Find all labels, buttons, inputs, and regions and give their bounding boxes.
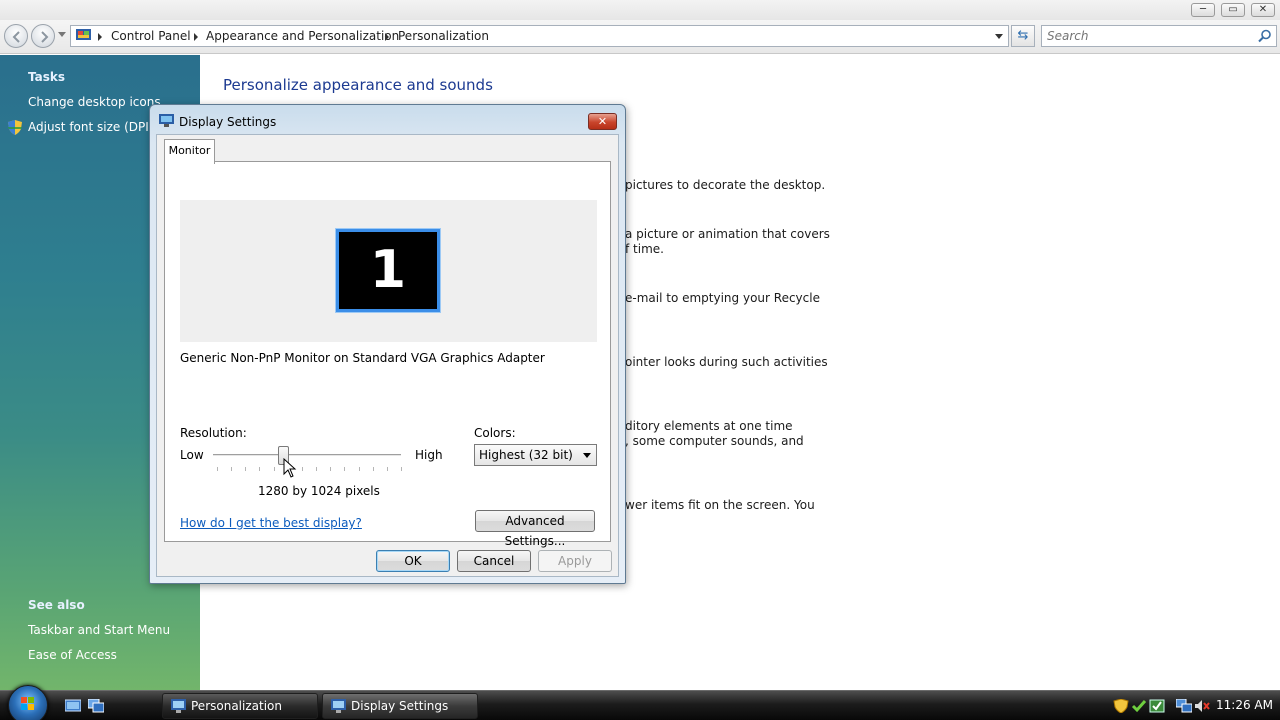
advanced-settings-button[interactable]: Advanced Settings... [475,510,595,548]
forward-arrow-icon [41,31,49,43]
breadcrumb-separator-icon [194,33,198,41]
tasks-heading: Tasks [28,70,66,84]
slider-tick [358,467,360,471]
adjust-font-size-link[interactable]: Adjust font size (DPI) [28,120,153,134]
monitor-1-icon[interactable]: 1 [335,228,441,313]
slider-tick [245,467,247,471]
resolution-value: 1280 by 1024 pixels [258,484,380,498]
chevron-down-icon [583,453,591,458]
slider-tick [301,467,303,471]
window-titlebar: ─ ▭ ✕ [0,0,1280,20]
best-display-help-link[interactable]: How do I get the best display? [180,516,362,530]
slider-tick [231,467,233,471]
start-button[interactable] [8,685,48,720]
desktop-background-description: pictures to decorate the desktop. [625,178,826,192]
theme-description: ditory elements at one time [625,419,793,433]
taskbar-personalization-label: Personalization [191,699,282,713]
slider-tick [273,467,275,471]
screen-saver-description-2: f time. [625,242,664,256]
back-arrow-icon [12,31,20,43]
display-settings-icon [159,114,174,127]
sounds-description: e-mail to emptying your Recycle [625,291,820,305]
see-also-heading: See also [28,598,85,612]
slider-tick [344,467,346,471]
theme-description-2: , some computer sounds, and [625,434,804,448]
resolution-high-label: High [415,448,443,462]
breadcrumb-appearance[interactable]: Appearance and Personalization [206,29,399,43]
colors-select[interactable]: Highest (32 bit) [474,444,597,466]
taskbar-display-settings-label: Display Settings [351,699,449,713]
display-settings-window-icon [331,699,346,713]
close-button[interactable]: ✕ [1251,3,1275,17]
windows-defender-icon[interactable] [1149,699,1165,713]
taskbar-start-menu-link[interactable]: Taskbar and Start Menu [28,623,170,637]
slider-tick [386,467,388,471]
slider-tick [330,467,332,471]
address-dropdown-icon[interactable] [995,34,1003,39]
search-input[interactable] [1042,26,1242,46]
breadcrumb-personalization[interactable]: Personalization [398,29,489,43]
change-desktop-icons-link[interactable]: Change desktop icons [28,95,161,109]
show-desktop-icon[interactable] [65,699,81,713]
slider-tick [401,467,402,471]
mouse-cursor-icon [283,458,297,478]
ease-of-access-link[interactable]: Ease of Access [28,648,117,662]
personalization-window-icon [171,699,186,713]
slider-tick [372,467,374,471]
slider-tick [316,467,318,471]
taskbar-personalization-button[interactable]: Personalization [162,693,318,719]
slider-tick [217,467,218,471]
colors-label: Colors: [474,426,516,440]
search-box[interactable] [1041,25,1277,47]
taskbar-display-settings-button[interactable]: Display Settings [322,693,478,719]
system-clock[interactable]: 11:26 AM [1216,698,1273,712]
breadcrumb-control-panel[interactable]: Control Panel [111,29,191,43]
mouse-pointers-description: ointer looks during such activities [625,355,828,369]
ok-button[interactable]: OK [376,550,450,572]
monitor-preview-area: 1 [180,200,597,342]
windows-logo-icon [21,697,34,710]
control-panel-icon [76,29,91,40]
refresh-button[interactable]: ⇆ [1011,25,1035,47]
search-icon[interactable] [1258,29,1272,43]
dialog-body: Monitor 1 Generic Non-PnP Monitor on Sta… [156,134,619,577]
apply-button[interactable]: Apply [538,550,612,572]
dialog-title: Display Settings [179,115,277,129]
colors-select-value: Highest (32 bit) [479,448,573,462]
network-icon[interactable] [1176,699,1192,713]
maximize-button[interactable]: ▭ [1221,3,1245,17]
resolution-low-label: Low [180,448,204,462]
switch-windows-icon[interactable] [88,699,104,713]
recent-pages-chevron-icon[interactable] [58,32,66,37]
breadcrumb-separator-icon [385,33,389,41]
tab-monitor[interactable]: Monitor [164,139,215,164]
uac-shield-icon [8,120,22,135]
breadcrumb-separator-icon [98,33,102,41]
address-bar[interactable]: Control Panel Appearance and Personaliza… [70,25,1009,47]
display-settings-dialog: Display Settings ✕ Monitor 1 Generic Non… [149,104,626,584]
dialog-close-button[interactable]: ✕ [588,113,617,130]
page-title: Personalize appearance and sounds [223,76,493,94]
security-shield-icon[interactable] [1113,699,1129,713]
back-button[interactable] [4,24,28,48]
display-settings-description: wer items fit on the screen. You [625,498,815,512]
cancel-button[interactable]: Cancel [457,550,531,572]
resolution-label: Resolution: [180,426,247,440]
volume-muted-icon[interactable] [1194,699,1210,713]
forward-button[interactable] [31,24,55,48]
monitor-tab-panel: 1 Generic Non-PnP Monitor on Standard VG… [164,161,611,548]
minimize-button[interactable]: ─ [1191,3,1215,17]
taskbar: Personalization Display Settings 11:26 A… [0,685,1280,720]
update-check-icon[interactable] [1131,699,1147,713]
monitor-name-label: Generic Non-PnP Monitor on Standard VGA … [180,351,545,365]
slider-tick [259,467,261,471]
resolution-slider-track[interactable] [213,454,401,457]
address-toolbar: Control Panel Appearance and Personaliza… [0,20,1280,54]
screen-saver-description: a picture or animation that covers [625,227,830,241]
